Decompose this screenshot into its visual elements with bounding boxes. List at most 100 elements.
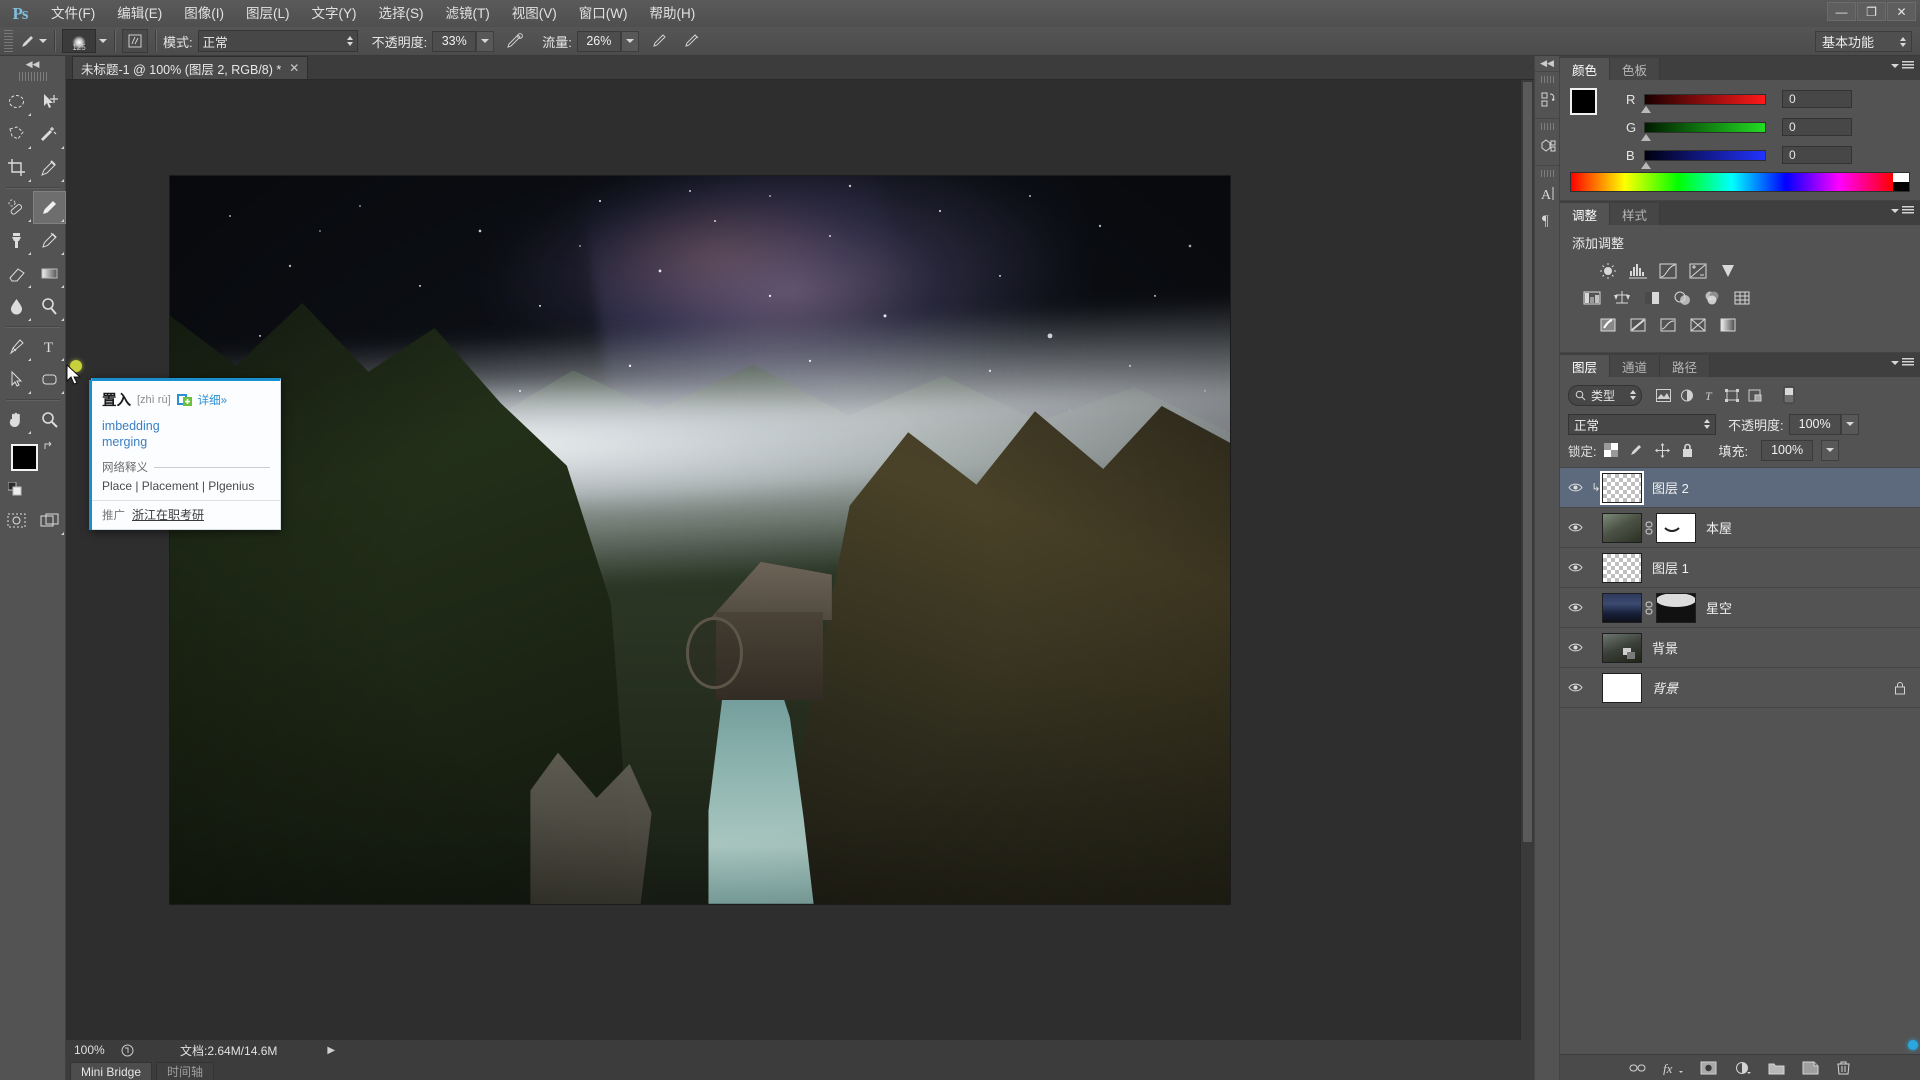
marquee-elliptical-tool[interactable] (0, 85, 33, 118)
delete-layer-button[interactable] (1836, 1060, 1851, 1075)
filter-type-layers-icon[interactable]: T (1703, 389, 1716, 402)
brush-preset-chevron-icon[interactable] (99, 39, 107, 43)
minimize-button[interactable]: — (1827, 2, 1856, 21)
tab-mini-bridge[interactable]: Mini Bridge (70, 1062, 153, 1080)
layer-name[interactable]: 背景 (1652, 678, 1678, 697)
filter-shape-layers-icon[interactable] (1725, 388, 1739, 402)
channel-value-g[interactable]: 0 (1782, 118, 1852, 136)
layer-visibility-icon[interactable] (1560, 482, 1590, 493)
close-button[interactable]: ✕ (1887, 2, 1916, 21)
layer-visibility-icon[interactable] (1560, 602, 1590, 613)
menu-edit[interactable]: 编辑(E) (106, 0, 173, 27)
layer-name[interactable]: 本屋 (1706, 518, 1732, 537)
promo-link[interactable]: 浙江在职考研 (132, 506, 204, 523)
posterize-icon[interactable] (1626, 315, 1650, 335)
color-balance-icon[interactable] (1610, 288, 1634, 308)
table-row[interactable]: 星空 (1560, 588, 1920, 628)
color-spectrum-ramp[interactable] (1570, 172, 1910, 192)
lock-all-icon[interactable] (1681, 443, 1694, 458)
default-colors-icon[interactable] (8, 482, 22, 496)
history-brush-tool[interactable] (33, 224, 66, 257)
layer-mask-link-icon[interactable] (1642, 521, 1656, 535)
airbrush-button[interactable] (647, 29, 673, 53)
lock-image-pixels-icon[interactable] (1629, 443, 1644, 457)
layer-filter-toggle-switch[interactable] (1783, 386, 1795, 404)
layer-thumbnail[interactable] (1602, 632, 1642, 663)
brush-tool[interactable] (33, 191, 66, 224)
layer-filter-stepper-icon[interactable] (1630, 390, 1636, 400)
layer-fill-chevron-icon[interactable] (1821, 439, 1840, 461)
tab-paths[interactable]: 路径 (1660, 355, 1711, 377)
tab-timeline[interactable]: 时间轴 (156, 1062, 215, 1080)
table-row[interactable]: 背景 (1560, 668, 1920, 708)
menu-file[interactable]: 文件(F) (40, 0, 106, 27)
move-tool[interactable] (33, 85, 66, 118)
crop-tool[interactable] (0, 151, 33, 184)
opacity-input[interactable]: 33% (432, 30, 477, 52)
layer-mask-thumbnail[interactable] (1656, 512, 1696, 543)
artwork-composite[interactable] (170, 176, 1230, 904)
layer-mask-thumbnail[interactable] (1656, 592, 1696, 623)
tab-swatches[interactable]: 色板 (1610, 58, 1661, 80)
rail-grip[interactable] (1540, 123, 1554, 130)
path-selection-tool[interactable] (0, 363, 33, 396)
filter-adjustment-layers-icon[interactable] (1680, 389, 1694, 402)
layer-opacity-chevron-icon[interactable] (1840, 413, 1859, 435)
brightness-contrast-icon[interactable] (1596, 261, 1620, 281)
layer-thumbnail[interactable] (1602, 552, 1642, 583)
curves-icon[interactable] (1656, 261, 1680, 281)
layer-filter-type-select[interactable]: 类型 (1568, 384, 1642, 406)
mini-bridge-panel-icon[interactable] (1535, 133, 1561, 159)
lock-position-icon[interactable] (1655, 442, 1671, 458)
lasso-tool[interactable] (0, 118, 33, 151)
add-to-wordbook-icon[interactable] (176, 393, 192, 407)
tab-adjustments[interactable]: 调整 (1560, 203, 1611, 225)
menu-help[interactable]: 帮助(H) (638, 0, 706, 27)
dodge-tool[interactable] (33, 290, 66, 323)
hue-saturation-icon[interactable] (1580, 288, 1604, 308)
layer-visibility-icon[interactable] (1560, 522, 1590, 533)
status-menu-arrow-icon[interactable]: ▶ (277, 1045, 335, 1056)
menu-filter[interactable]: 滤镜(T) (435, 0, 501, 27)
channel-slider-r[interactable] (1641, 93, 1766, 113)
layer-name[interactable]: 星空 (1706, 598, 1732, 617)
document-info-icon[interactable] (116, 1044, 138, 1057)
layer-fill-input[interactable]: 100% (1761, 439, 1814, 461)
add-layer-mask-button[interactable] (1700, 1061, 1717, 1075)
brush-tool-icon[interactable] (17, 30, 39, 52)
toggle-brush-panel-button[interactable] (122, 29, 148, 53)
layer-thumbnail[interactable] (1602, 672, 1642, 703)
menu-view[interactable]: 视图(V) (501, 0, 568, 27)
menu-type[interactable]: 文字(Y) (301, 0, 368, 27)
blend-mode-select[interactable]: 正常 (197, 30, 358, 52)
tab-styles[interactable]: 样式 (1610, 203, 1661, 225)
dictionary-popup[interactable]: 置入 [zhì rù] 详细» imbedding merging 网络释义 P… (89, 378, 281, 530)
zoom-level-field[interactable]: 100% (66, 1043, 116, 1057)
swap-colors-icon[interactable] (43, 440, 56, 453)
eyedropper-tool[interactable] (33, 151, 66, 184)
foreground-color-swatch[interactable] (11, 444, 38, 471)
dictionary-detail-link[interactable]: 详细» (198, 392, 227, 408)
canvas-viewport[interactable] (66, 80, 1534, 1040)
tablet-pressure-size-button[interactable] (679, 29, 705, 53)
canvas-vertical-scroll-thumb[interactable] (1523, 82, 1532, 842)
table-row[interactable]: ↳ 图层 2 (1560, 468, 1920, 508)
menu-select[interactable]: 选择(S) (368, 0, 435, 27)
quick-mask-mode-button[interactable] (0, 504, 33, 537)
eraser-tool[interactable] (0, 257, 33, 290)
pen-tool[interactable] (0, 330, 33, 363)
layer-thumbnail[interactable] (1600, 470, 1644, 505)
history-panel-icon[interactable] (1535, 86, 1561, 112)
menu-layer[interactable]: 图层(L) (235, 0, 301, 27)
link-layers-button[interactable] (1629, 1061, 1646, 1075)
table-row[interactable]: 图层 1 (1560, 548, 1920, 588)
tab-layers[interactable]: 图层 (1560, 355, 1611, 377)
menu-image[interactable]: 图像(I) (173, 0, 235, 27)
tab-color[interactable]: 颜色 (1560, 58, 1611, 80)
invert-icon[interactable] (1596, 315, 1620, 335)
threshold-icon[interactable] (1656, 315, 1680, 335)
rounded-rectangle-tool[interactable] (33, 363, 66, 396)
horizontal-type-tool[interactable]: T (33, 330, 66, 363)
spot-healing-brush-tool[interactable] (0, 191, 33, 224)
menu-window[interactable]: 窗口(W) (568, 0, 639, 27)
